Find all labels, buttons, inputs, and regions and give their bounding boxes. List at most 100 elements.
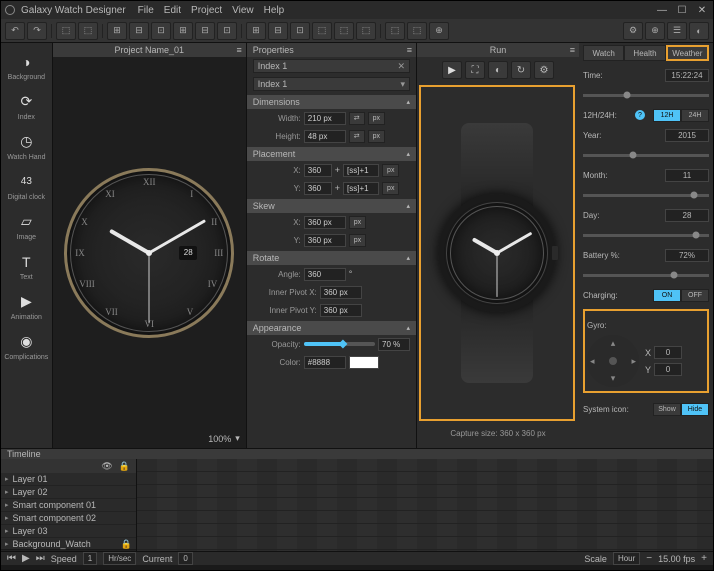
toggle-button[interactable]: ⇄ [349, 112, 365, 125]
clear-icon[interactable]: ✕ [397, 61, 405, 72]
aod-button[interactable]: ◐ [689, 22, 709, 40]
unit-button[interactable]: px [368, 130, 385, 143]
opacity-slider[interactable] [304, 342, 375, 346]
color-input[interactable] [304, 356, 346, 369]
group-button[interactable]: ⬚ [385, 22, 405, 40]
menu-view[interactable]: View [232, 5, 254, 16]
opacity-input[interactable] [378, 338, 410, 351]
toggle-button[interactable]: ⇄ [349, 130, 365, 143]
eye-icon[interactable]: 👁 [101, 461, 112, 472]
panel-menu-icon[interactable]: ≡ [570, 45, 575, 55]
align-button[interactable]: ⬚ [56, 22, 76, 40]
width-input[interactable] [304, 112, 346, 125]
layer-row[interactable]: ▸Layer 02 [1, 486, 136, 499]
unit-select[interactable]: Hr/sec [103, 552, 136, 565]
section-appearance[interactable]: Appearance▴ [247, 321, 416, 335]
align-button[interactable]: ⊞ [107, 22, 127, 40]
arrow-up-icon[interactable]: ▴ [611, 338, 616, 349]
unit-button[interactable]: px [349, 234, 366, 247]
tool-text[interactable]: TText [1, 247, 52, 285]
section-placement[interactable]: Placement▴ [247, 147, 416, 161]
y-input[interactable] [304, 182, 332, 195]
distribute-button[interactable]: ⬚ [356, 22, 376, 40]
unit-button[interactable]: px [382, 164, 399, 177]
minute-hand[interactable] [148, 219, 206, 254]
chevron-down-icon[interactable]: ▾ [400, 79, 405, 90]
tab-watch[interactable]: Watch [583, 45, 624, 61]
pivoty-input[interactable] [320, 304, 362, 317]
unit-button[interactable]: px [349, 216, 366, 229]
layer-row[interactable]: ▸Background_Watch🔒 [1, 538, 136, 551]
canvas-viewport[interactable]: XII I II III IV V VI VII VIII IX X XI 28… [53, 57, 246, 448]
section-skew[interactable]: Skew▴ [247, 199, 416, 213]
arrow-down-icon[interactable]: ▾ [611, 373, 616, 384]
layer-row[interactable]: ▸Smart component 02 [1, 512, 136, 525]
skip-back-icon[interactable]: ⏮ [7, 553, 16, 564]
redo-button[interactable]: ↷ [27, 22, 47, 40]
align-button[interactable]: ⊡ [217, 22, 237, 40]
skip-fwd-icon[interactable]: ⏭ [36, 553, 45, 564]
distribute-button[interactable]: ⊞ [246, 22, 266, 40]
section-dimensions[interactable]: Dimensions▴ [247, 95, 416, 109]
charging-off[interactable]: OFF [681, 289, 709, 302]
12h-button[interactable]: 12H [653, 109, 681, 122]
index-select[interactable]: Index 1✕ [253, 59, 410, 73]
arrow-left-icon[interactable]: ◂ [590, 356, 595, 367]
current-input[interactable]: 0 [178, 552, 192, 565]
zoom-control[interactable]: 100%▾ [208, 433, 240, 444]
tab-health[interactable]: Health [624, 45, 665, 61]
month-slider[interactable] [583, 194, 709, 197]
distribute-button[interactable]: ⬚ [334, 22, 354, 40]
second-hand[interactable] [149, 253, 150, 323]
arrow-right-icon[interactable]: ▸ [631, 356, 636, 367]
align-button[interactable]: ⊡ [151, 22, 171, 40]
angle-input[interactable] [304, 268, 346, 281]
align-button[interactable]: ⊞ [173, 22, 193, 40]
color-swatch[interactable] [349, 356, 379, 369]
align-button[interactable]: ⬚ [78, 22, 98, 40]
layer-row[interactable]: ▸Smart component 01 [1, 499, 136, 512]
year-slider[interactable] [583, 154, 709, 157]
dpad-center[interactable] [609, 357, 617, 365]
collapse-icon[interactable]: ▴ [406, 254, 410, 262]
collapse-icon[interactable]: ▴ [406, 202, 410, 210]
distribute-button[interactable]: ⊡ [290, 22, 310, 40]
day-slider[interactable] [583, 234, 709, 237]
24h-button[interactable]: 24H [681, 109, 709, 122]
hour-hand[interactable] [109, 228, 150, 254]
layer-row[interactable]: ▸Layer 01 [1, 473, 136, 486]
x-expr-input[interactable] [343, 164, 379, 177]
collapse-icon[interactable]: ▴ [406, 324, 410, 332]
battery-slider[interactable] [583, 274, 709, 277]
help-icon[interactable]: ? [635, 110, 645, 120]
menu-file[interactable]: File [138, 5, 154, 16]
y-expr-input[interactable] [343, 182, 379, 195]
menu-help[interactable]: Help [264, 5, 285, 16]
tool-digitalclock[interactable]: 43Digital clock [1, 167, 52, 205]
index-select[interactable]: Index 1▾ [253, 77, 410, 91]
align-button[interactable]: ⊟ [129, 22, 149, 40]
panel-menu-icon[interactable]: ≡ [407, 45, 412, 55]
sysicon-hide[interactable]: Hide [681, 403, 709, 416]
settings-button[interactable]: ⚙ [623, 22, 643, 40]
distribute-button[interactable]: ⬚ [312, 22, 332, 40]
x-input[interactable] [304, 164, 332, 177]
panel-menu-icon[interactable]: ≡ [237, 45, 242, 55]
collapse-icon[interactable]: ▴ [406, 150, 410, 158]
skewx-input[interactable] [304, 216, 346, 229]
close-button[interactable]: ✕ [695, 5, 709, 16]
time-slider[interactable] [583, 94, 709, 97]
fullscreen-button[interactable]: ⛶ [465, 61, 485, 79]
aod-toggle-button[interactable]: ◐ [488, 61, 508, 79]
tool-watchhand[interactable]: ◷Watch Hand [1, 127, 52, 165]
timeline-tracks[interactable] [137, 459, 713, 551]
zoom-in-icon[interactable]: + [701, 553, 707, 564]
pivotx-input[interactable] [320, 286, 362, 299]
collapse-icon[interactable]: ▴ [406, 98, 410, 106]
watchface-preview[interactable]: XII I II III IV V VI VII VIII IX X XI 28 [64, 168, 234, 338]
zoom-out-icon[interactable]: − [646, 553, 652, 564]
sysicon-show[interactable]: Show [653, 403, 681, 416]
menu-button[interactable]: ☰ [667, 22, 687, 40]
build-button[interactable]: ⊕ [645, 22, 665, 40]
speed-input[interactable]: 1 [83, 552, 97, 565]
